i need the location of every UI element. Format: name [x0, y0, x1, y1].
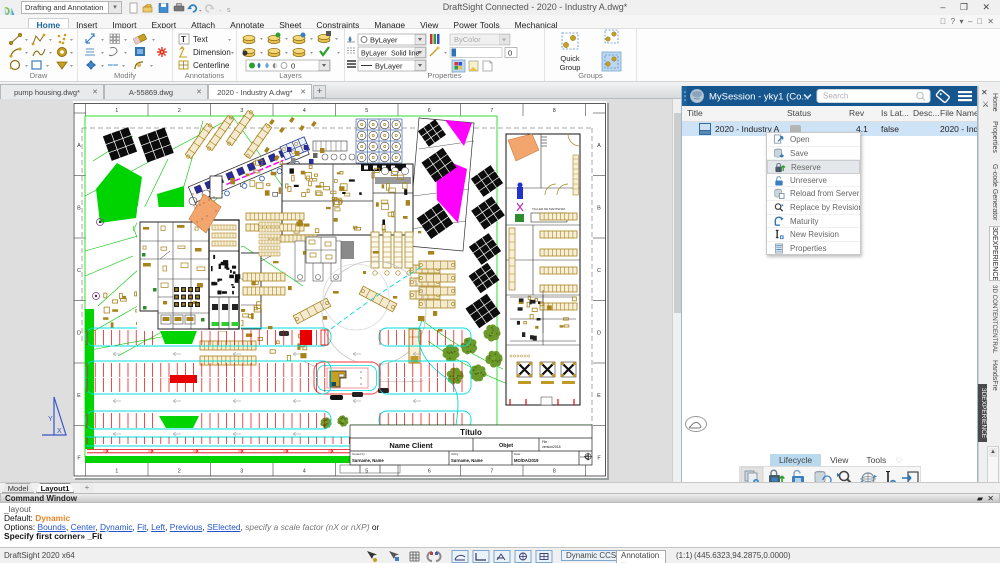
svg-text:ByLayer: ByLayer [370, 36, 398, 45]
svg-text:File :: File : [542, 440, 549, 444]
svg-text:5: 5 [365, 108, 368, 114]
svg-text:D: D [597, 331, 601, 337]
svg-text:B: B [77, 206, 81, 212]
svg-text:F: F [77, 456, 81, 462]
svg-text:ByLayer: ByLayer [375, 62, 403, 71]
svg-text:s: s [227, 7, 231, 14]
svg-text:TALLER DE MANTENIM.: TALLER DE MANTENIM. [532, 207, 566, 211]
svg-text:F: F [597, 456, 601, 462]
svg-text:3: 3 [240, 469, 243, 475]
svg-text:1: 1 [115, 108, 118, 114]
svg-text:1: 1 [115, 469, 118, 475]
svg-text:E: E [597, 393, 601, 399]
svg-text:4: 4 [303, 469, 306, 475]
svg-text:Dimension: Dimension [193, 48, 231, 57]
svg-text:Objet: Objet [499, 443, 513, 449]
svg-text:ByColor: ByColor [454, 35, 481, 44]
svg-text:Quick: Quick [560, 54, 579, 63]
svg-text:0: 0 [291, 62, 295, 71]
svg-text:D: D [77, 331, 81, 337]
svg-text:Search: Search [823, 92, 848, 101]
svg-text:Utility :: Utility : [451, 452, 460, 456]
svg-text:A: A [77, 143, 81, 149]
svg-text:B: B [597, 206, 601, 212]
svg-text:7: 7 [490, 108, 493, 114]
svg-text:Group: Group [560, 63, 581, 72]
svg-text:Solid line: Solid line [391, 51, 420, 58]
svg-text:8: 8 [553, 469, 556, 475]
svg-text:6: 6 [428, 469, 431, 475]
svg-text:C: C [597, 268, 601, 274]
svg-text:Centerline: Centerline [193, 61, 230, 70]
svg-text:2: 2 [178, 108, 181, 114]
svg-text:ByLayer: ByLayer [361, 51, 387, 58]
svg-text:C: C [77, 268, 81, 274]
svg-text:E: E [77, 393, 81, 399]
svg-text:MySession - yky1 (Co...: MySession - yky1 (Co... [709, 92, 809, 103]
svg-text:version2018: version2018 [542, 445, 561, 449]
svg-text:T: T [181, 35, 186, 44]
svg-text:Surname, Name: Surname, Name [451, 458, 483, 463]
svg-text:X: X [57, 428, 62, 435]
svg-text:Name Client: Name Client [389, 441, 433, 450]
svg-text:Issued by :: Issued by : [352, 452, 367, 456]
svg-text:Y: Y [48, 416, 53, 423]
svg-text:8: 8 [553, 108, 556, 114]
svg-text:5: 5 [365, 469, 368, 475]
svg-text:2: 2 [178, 469, 181, 475]
svg-text:Date :: Date : [514, 452, 522, 456]
svg-text:3: 3 [240, 108, 243, 114]
svg-text:6: 6 [428, 108, 431, 114]
svg-text:Surname, Name: Surname, Name [352, 458, 384, 463]
svg-text:MO/DA/2019: MO/DA/2019 [514, 458, 539, 463]
svg-text:7: 7 [490, 469, 493, 475]
svg-text:4: 4 [303, 108, 306, 114]
svg-text:A: A [597, 143, 601, 149]
svg-text:0: 0 [508, 49, 512, 58]
svg-text:Text: Text [193, 35, 208, 44]
svg-text:Título: Título [460, 428, 482, 437]
